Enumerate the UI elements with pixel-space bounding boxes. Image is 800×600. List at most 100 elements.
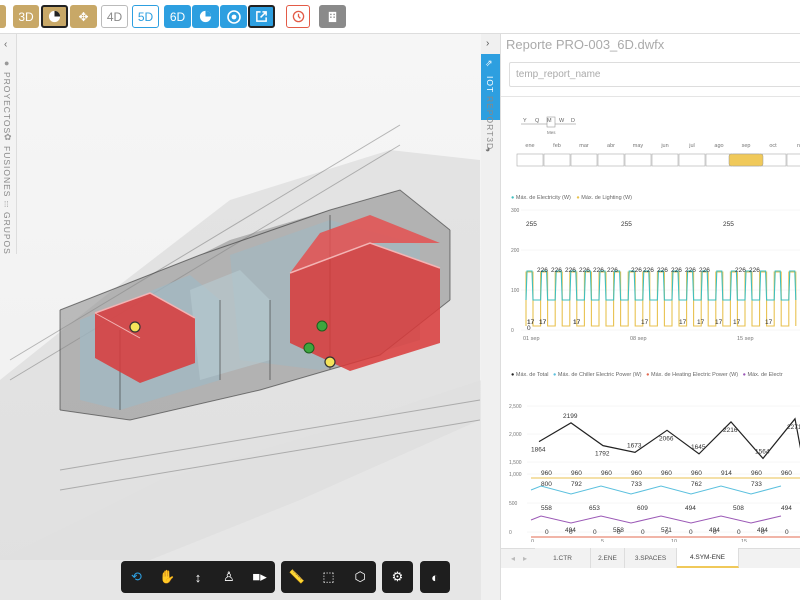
chart1-data-label: 226 — [607, 267, 618, 274]
building-icon[interactable] — [319, 5, 346, 28]
chart1-data-label: 17 — [765, 319, 773, 326]
building-model[interactable] — [0, 34, 482, 600]
chart2-low-label: 494 — [781, 505, 792, 512]
timeline-month-cell[interactable] — [759, 153, 787, 167]
timeline-month-cell[interactable] — [570, 153, 598, 167]
chart2-low-label: 494 — [685, 505, 696, 512]
tab-report3d[interactable]: REPORT3D — [485, 96, 495, 150]
timeline-month-label: may — [633, 143, 644, 149]
chart2-mid-label: 762 — [691, 481, 702, 488]
chart2-zero-label: 0 — [665, 529, 669, 536]
chart2-total-label: 2199 — [563, 413, 578, 420]
granularity-q[interactable]: Q — [535, 118, 539, 124]
tab-fusiones[interactable]: FUSIONES — [2, 146, 12, 197]
chart2-y-tick: 500 — [509, 501, 518, 507]
granularity-y[interactable]: Y — [523, 118, 527, 124]
chart2-y-tick: 1,000 — [509, 472, 522, 478]
chart1-data-label: 226 — [643, 267, 654, 274]
chart2-chiller-label: 960 — [631, 470, 642, 477]
external-link-icon[interactable] — [248, 5, 275, 28]
chart1-data-label: 226 — [657, 267, 668, 274]
sensor-marker-green-2[interactable] — [303, 342, 315, 354]
walk-person-icon[interactable]: ♙ — [213, 561, 244, 593]
chart1-data-label: 226 — [593, 267, 604, 274]
series-chiller — [530, 485, 782, 495]
timeline-month-cell[interactable] — [651, 153, 679, 167]
energy-total-chart[interactable]: 2,5002,0001,5001,00050001864219917921673… — [501, 382, 800, 542]
granularity-w[interactable]: W — [559, 118, 564, 124]
zoom-vertical-icon[interactable]: ↕ — [183, 561, 214, 593]
chevron-right-icon[interactable]: › — [486, 38, 489, 49]
pie-small-icon: ◕ — [485, 144, 491, 154]
left-side-tabs: ‹ ● PROYECTOS ✿ FUSIONES ⁞⁞ GRUPOS — [0, 34, 17, 255]
chart2-chiller-label: 960 — [571, 470, 582, 477]
cube-explode-icon[interactable]: ⬡ — [344, 561, 376, 593]
target-icon[interactable] — [220, 5, 247, 28]
chart1-data-label: 226 — [671, 267, 682, 274]
chart2-chiller-label: 960 — [781, 470, 792, 477]
move-arrows-icon[interactable]: ✥ — [70, 5, 97, 28]
sheet-tab-3[interactable]: 3.SPACES — [625, 548, 677, 568]
chart1-data-label: 226 — [565, 267, 576, 274]
chart2-zero-label: 0 — [617, 529, 621, 536]
tab-grupos[interactable]: GRUPOS — [2, 212, 12, 255]
camera-icon[interactable]: ■▸ — [244, 561, 275, 593]
sensor-marker-yellow[interactable] — [129, 321, 141, 333]
pan-hand-icon[interactable]: ✋ — [152, 561, 183, 593]
chart2-y-tick: 2,500 — [509, 404, 522, 410]
btn-3d[interactable]: 3D — [13, 5, 39, 28]
sheet-tab-1[interactable]: 1.CTR — [535, 548, 591, 568]
pie-chart-icon[interactable] — [41, 5, 68, 28]
granularity-d[interactable]: D — [571, 118, 575, 124]
tab-nav-next-icon[interactable]: ▸ — [523, 554, 527, 563]
chevron-left-icon[interactable]: ‹ — [4, 39, 7, 50]
tab-proyectos[interactable]: PROYECTOS — [2, 72, 12, 134]
orbit-icon[interactable]: ⟲ — [121, 561, 152, 593]
sheet-tab-2[interactable]: 2.ENE — [591, 548, 625, 568]
chart2-y-tick: 0 — [509, 530, 512, 536]
tab-nav-prev-icon[interactable]: ◂ — [511, 554, 515, 563]
section-box-icon[interactable]: ⬚ — [313, 561, 345, 593]
chart1-data-label: 17 — [697, 319, 705, 326]
chart2-low-label: 508 — [733, 505, 744, 512]
report-title: Reporte PRO-003_6D.dwfx — [506, 37, 665, 52]
btn-5d[interactable]: 5D — [132, 5, 159, 28]
electricity-lighting-chart[interactable]: 3002001000255226 226 226 226 226 226255226 226… — [501, 204, 800, 344]
palette-icon[interactable]: ◐ — [420, 561, 450, 593]
timeline-month-cell[interactable] — [516, 153, 544, 167]
timeline-filter[interactable]: enefebmarabrmayjunjulagosepoctno — [501, 114, 800, 174]
sheet-tab-4[interactable]: 4.SYM-ENE — [677, 548, 739, 568]
chart2-legend: ● Máx. de Total ● Máx. de Chiller Electr… — [511, 372, 783, 378]
series-electr — [530, 515, 782, 524]
sensor-marker-green[interactable] — [316, 320, 328, 332]
chart1-data-label: 226 — [685, 267, 696, 274]
timeline-month-cell[interactable] — [543, 153, 571, 167]
chart2-chiller-label: 960 — [601, 470, 612, 477]
ruler-icon[interactable]: 📏 — [281, 561, 313, 593]
chart2-total-label: 1673 — [627, 442, 642, 449]
timeline-month-cell[interactable] — [705, 153, 733, 167]
btn-4d[interactable]: 4D — [101, 5, 128, 28]
series-electricity — [525, 270, 797, 301]
timeline-month-cell[interactable] — [678, 153, 706, 167]
chart1-data-label: 17 — [527, 319, 535, 326]
sensor-marker-yellow-2[interactable] — [324, 356, 336, 368]
pie-chart-6d-icon[interactable] — [192, 5, 219, 28]
model-viewport[interactable] — [0, 34, 482, 600]
chart1-data-label: 17 — [733, 319, 741, 326]
chart2-y-tick: 1,500 — [509, 460, 522, 466]
btn-6d[interactable]: 6D — [164, 5, 191, 28]
timeline-month-cell[interactable] — [786, 153, 800, 167]
granularity-m[interactable]: M — [547, 118, 552, 124]
gear-icon[interactable]: ⚙ — [382, 561, 413, 593]
timeline-month-cell[interactable] — [597, 153, 625, 167]
chart1-legend: ● Máx. de Electricity (W) ● Máx. de Ligh… — [511, 195, 633, 201]
chart2-total-label: 2216 — [723, 427, 738, 434]
prev-tool-icon[interactable] — [0, 5, 6, 28]
chart2-zero-label: 0 — [545, 529, 549, 536]
chart2-chiller-label: 914 — [721, 470, 732, 477]
chart1-data-label: 17 — [715, 319, 723, 326]
report-time-icon[interactable] — [286, 5, 310, 28]
report-name-input[interactable]: temp_report_name — [509, 62, 800, 87]
timeline-month-cell[interactable] — [624, 153, 652, 167]
